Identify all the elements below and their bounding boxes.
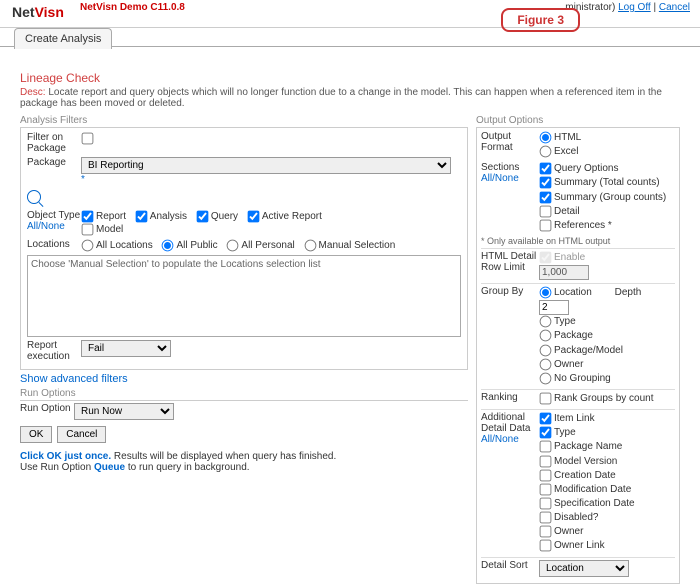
sec-detail[interactable] [540, 205, 552, 217]
add-data-label: Additional Detail Data [481, 412, 530, 434]
filter-on-checkbox[interactable] [82, 133, 94, 145]
add-itemlink[interactable] [540, 413, 552, 425]
page-desc: Desc: Locate report and query objects wh… [20, 87, 680, 109]
html-limit-label: HTML Detail Row Limit [481, 251, 539, 273]
rank-check[interactable] [540, 393, 552, 405]
version-label: NetVisn Demo C11.0.8 [80, 2, 185, 13]
fmt-label: Output Format [481, 131, 539, 153]
footer-note: Click OK just once. Results will be disp… [20, 451, 468, 473]
type-analysis[interactable] [135, 211, 147, 223]
type-active-report[interactable] [247, 211, 259, 223]
add-spec[interactable] [540, 498, 552, 510]
sec-group[interactable] [540, 191, 552, 203]
report-exec-select[interactable]: Fail [81, 340, 171, 357]
package-star[interactable]: * [81, 174, 461, 185]
grp-location[interactable] [540, 287, 552, 299]
page-title: Lineage Check [20, 71, 680, 85]
limit-input [539, 265, 589, 280]
adv-filters-link[interactable]: Show advanced filters [20, 373, 468, 385]
add-pkgname[interactable] [540, 441, 552, 453]
package-label: Package [27, 157, 81, 168]
sec-total[interactable] [540, 177, 552, 189]
cancel-link[interactable]: Cancel [659, 2, 690, 13]
search-icon[interactable] [27, 190, 41, 204]
fmt-excel[interactable] [540, 146, 552, 158]
enable-limit [540, 252, 552, 264]
package-select[interactable]: BI Reporting [81, 157, 451, 174]
add-created[interactable] [540, 469, 552, 481]
loc-public[interactable] [162, 240, 174, 252]
obj-type-label: Object TypeAll/None [27, 210, 81, 232]
sec-note: * Only available on HTML output [481, 236, 675, 246]
sections-label: Sections [481, 162, 519, 173]
filter-on-label: Filter on Package [27, 132, 81, 154]
report-exec-label: Report execution [27, 340, 81, 362]
cancel-button[interactable]: Cancel [57, 426, 106, 443]
detail-sort-select[interactable]: Location [539, 560, 629, 577]
run-title: Run Options [20, 388, 468, 399]
output-title: Output Options [476, 115, 680, 126]
type-query[interactable] [196, 211, 208, 223]
loc-all[interactable] [82, 240, 94, 252]
locations-label: Locations [27, 239, 81, 250]
groupby-label: Group By [481, 286, 539, 297]
logoff-link[interactable]: Log Off [618, 2, 651, 13]
loc-personal[interactable] [227, 240, 239, 252]
grp-owner[interactable] [540, 358, 552, 370]
add-type[interactable] [540, 427, 552, 439]
add-data-allnone[interactable]: All/None [481, 434, 519, 445]
logo: NetVisn [12, 4, 64, 20]
loc-manual[interactable] [304, 240, 316, 252]
depth-input[interactable] [539, 300, 569, 315]
detail-sort-label: Detail Sort [481, 560, 539, 571]
grp-pkgmodel[interactable] [540, 344, 552, 356]
obj-type-allnone[interactable]: All/None [27, 221, 65, 232]
figure-badge: Figure 3 [501, 8, 580, 32]
run-option-label: Run Option [20, 403, 74, 414]
tab-create-analysis[interactable]: Create Analysis [14, 28, 112, 49]
add-ownerlink[interactable] [540, 540, 552, 552]
ranking-label: Ranking [481, 392, 539, 403]
grp-type[interactable] [540, 316, 552, 328]
add-modelver[interactable] [540, 455, 552, 467]
add-disabled[interactable] [540, 512, 552, 524]
top-links: ministrator) Log Off | Cancel [565, 2, 690, 13]
type-report[interactable] [82, 211, 94, 223]
grp-package[interactable] [540, 330, 552, 342]
run-option-select[interactable]: Run Now [74, 403, 174, 420]
locations-box[interactable]: Choose 'Manual Selection' to populate th… [27, 255, 461, 337]
grp-none[interactable] [540, 372, 552, 384]
sections-allnone[interactable]: All/None [481, 173, 519, 184]
sec-refs[interactable] [540, 219, 552, 231]
fmt-html[interactable] [540, 132, 552, 144]
sec-query[interactable] [540, 163, 552, 175]
type-model[interactable] [82, 224, 94, 236]
add-owner[interactable] [540, 526, 552, 538]
ok-button[interactable]: OK [20, 426, 52, 443]
filters-title: Analysis Filters [20, 115, 468, 126]
add-modified[interactable] [540, 483, 552, 495]
